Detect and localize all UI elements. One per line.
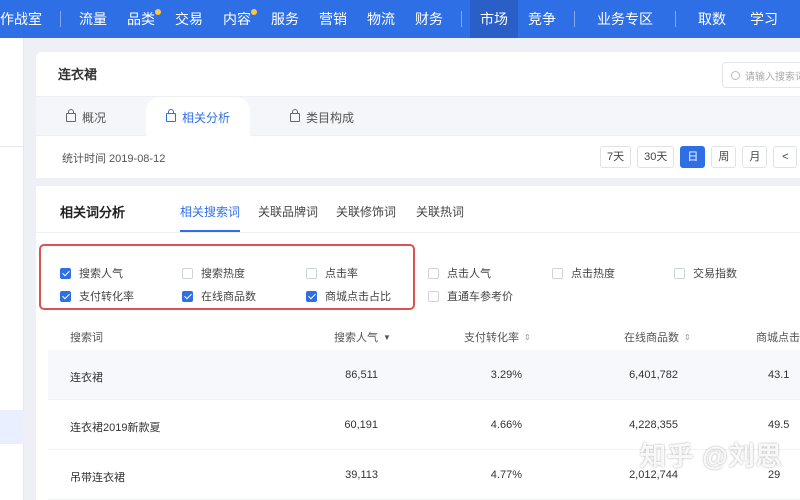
date-month-button[interactable]: 月 xyxy=(742,146,768,168)
sidebar-item-selected[interactable] xyxy=(0,410,24,444)
column-header-mall-click-ratio[interactable]: 商城点击占比 xyxy=(756,329,800,345)
nav-divider xyxy=(461,11,462,27)
watermark: 知乎 @刘思 xyxy=(640,441,783,471)
sidebar-divider xyxy=(0,146,24,147)
tab-related-analysis[interactable]: 相关分析 xyxy=(146,97,251,138)
cell-search-popularity: 86,511 xyxy=(345,369,378,381)
date-30d-button[interactable]: 30天 xyxy=(637,146,675,168)
nav-item-learning[interactable]: 学习 xyxy=(740,0,788,38)
cell-keyword: 吊带连衣裙 xyxy=(70,472,125,484)
cell-pay-conversion: 3.29% xyxy=(490,369,522,381)
metric-online-items-checkbox[interactable]: 在线商品数 xyxy=(182,288,256,304)
metric-ztc-price-checkbox[interactable]: 直通车参考价 xyxy=(428,288,513,304)
tab-category-composition[interactable]: 类目构成 xyxy=(290,97,354,137)
checkbox-checked-icon xyxy=(60,290,71,302)
nav-divider xyxy=(60,11,61,27)
metric-click-heat-checkbox[interactable]: 点击热度 xyxy=(552,265,615,281)
notification-dot-icon xyxy=(155,9,161,15)
date-week-button[interactable]: 周 xyxy=(711,146,737,168)
checkbox-icon xyxy=(552,267,563,279)
nav-item-finance[interactable]: 财务 xyxy=(405,0,453,38)
metric-trade-index-checkbox[interactable]: 交易指数 xyxy=(674,265,737,281)
nav-item-service[interactable]: 服务 xyxy=(261,0,309,38)
prev-date-button[interactable]: < xyxy=(773,146,798,168)
nav-item-logistics[interactable]: 物流 xyxy=(357,0,405,38)
cell-search-popularity: 39,113 xyxy=(345,469,378,481)
cell-mall-click-ratio: 49.5 xyxy=(768,419,790,431)
nav-divider xyxy=(675,11,676,27)
checkbox-icon xyxy=(674,267,685,279)
cell-keyword: 连衣裙 xyxy=(70,372,103,384)
subtab-brand-words[interactable]: 关联品牌词 xyxy=(258,203,318,220)
metric-click-rate-checkbox[interactable]: 点击率 xyxy=(306,265,358,281)
cell-pay-conversion: 4.66% xyxy=(490,419,522,431)
search-icon xyxy=(731,70,740,80)
metric-click-popularity-checkbox[interactable]: 点击人气 xyxy=(428,265,491,281)
date-day-button[interactable]: 日 xyxy=(680,146,706,168)
checkbox-checked-icon xyxy=(182,290,193,302)
top-nav: 作战室 流量 品类 交易 内容 服务 营销 物流 财务 市场 竞争 业务专区 取… xyxy=(0,0,800,38)
search-placeholder: 请输入搜索词 xyxy=(745,71,800,83)
cell-search-popularity: 60,191 xyxy=(344,419,378,431)
nav-divider xyxy=(574,11,575,27)
nav-item-business-zone[interactable]: 业务专区 xyxy=(583,0,667,38)
bag-icon xyxy=(290,108,300,122)
checkbox-checked-icon xyxy=(60,267,71,279)
date-7d-button[interactable]: 7天 xyxy=(600,146,632,168)
section-title: 相关词分析 xyxy=(60,205,126,220)
subtab-modifier-words[interactable]: 关联修饰词 xyxy=(336,203,396,220)
date-range-selector: 7天 30天 日 周 月 < < xyxy=(600,146,800,168)
cell-mall-click-ratio: 43.1 xyxy=(768,369,790,381)
nav-item-trade[interactable]: 交易 xyxy=(165,0,213,38)
column-header-pay-conversion[interactable]: 支付转化率 ⇕ xyxy=(464,329,531,345)
header-panel: 连衣裙 请输入搜索词 概况 相关分析 类目构成 统计时间 2019-08-12 … xyxy=(36,52,800,178)
nav-item-data-fetch[interactable]: 取数 xyxy=(684,0,740,38)
column-header-keyword: 搜索词 xyxy=(70,332,103,344)
checkbox-icon xyxy=(428,267,439,279)
checkbox-icon xyxy=(306,267,317,279)
sort-desc-icon: ▼ xyxy=(383,332,391,342)
stat-time: 统计时间 2019-08-12 xyxy=(62,153,166,165)
bag-icon xyxy=(166,109,176,122)
metric-search-popularity-checkbox[interactable]: 搜索人气 xyxy=(60,265,123,281)
cell-online-items: 4,228,355 xyxy=(629,419,678,431)
column-header-online-items[interactable]: 在线商品数 ⇕ xyxy=(624,329,691,345)
subtab-related-search-words[interactable]: 相关搜索词 xyxy=(180,203,240,220)
nav-item-traffic[interactable]: 流量 xyxy=(69,0,117,38)
notification-dot-icon xyxy=(251,9,257,15)
nav-item-category[interactable]: 品类 xyxy=(117,0,165,38)
nav-item-content[interactable]: 内容 xyxy=(213,0,261,38)
cell-keyword: 连衣裙2019新款夏 xyxy=(70,422,161,434)
nav-item-marketing[interactable]: 营销 xyxy=(309,0,357,38)
table-row[interactable]: 连衣裙 86,511 3.29% 6,401,782 43.1 xyxy=(48,350,800,400)
sort-icon: ⇕ xyxy=(684,332,691,342)
search-input[interactable]: 请输入搜索词 xyxy=(722,62,800,88)
tab-overview[interactable]: 概况 xyxy=(66,97,106,137)
metric-search-heat-checkbox[interactable]: 搜索热度 xyxy=(182,265,245,281)
metric-mall-click-ratio-checkbox[interactable]: 商城点击占比 xyxy=(306,288,391,304)
table-header: 搜索词 搜索人气▼ 支付转化率⇕ 在线商品数⇕ 商城点击占比 xyxy=(36,320,800,350)
sort-icon: ⇕ xyxy=(524,332,531,342)
divider xyxy=(36,232,800,233)
nav-item-market[interactable]: 市场 xyxy=(470,0,518,38)
cell-online-items: 6,401,782 xyxy=(629,369,678,381)
page-title: 连衣裙 xyxy=(58,67,98,82)
checkbox-checked-icon xyxy=(306,290,317,302)
metric-pay-conversion-checkbox[interactable]: 支付转化率 xyxy=(60,288,134,304)
checkbox-icon xyxy=(428,290,439,302)
checkbox-icon xyxy=(182,267,193,279)
subtab-hot-words[interactable]: 关联热词 xyxy=(416,203,464,220)
nav-item-war-room[interactable]: 作战室 xyxy=(0,0,52,38)
bag-icon xyxy=(66,108,76,122)
cell-pay-conversion: 4.77% xyxy=(490,469,522,481)
tab-bar: 概况 相关分析 类目构成 xyxy=(36,96,800,138)
sidebar xyxy=(0,38,24,500)
column-header-search-popularity[interactable]: 搜索人气 ▼ xyxy=(334,329,391,345)
nav-item-competition[interactable]: 竞争 xyxy=(518,0,566,38)
